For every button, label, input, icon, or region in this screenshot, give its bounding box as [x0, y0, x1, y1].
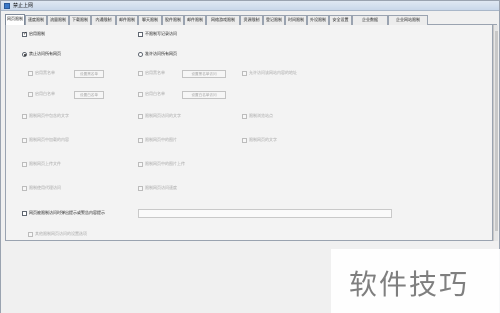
web-limit-panel: 启用限制 不限制写记录访问 禁止访问所有网页 准许访问所有网页 启用黑名单 设置…: [5, 25, 493, 241]
tab-16[interactable]: 企业网站限制: [388, 15, 428, 25]
tab-0[interactable]: 网页限制: [5, 14, 25, 25]
set-blacklist-button[interactable]: 设置黑名单: [74, 70, 104, 78]
checkbox-box[interactable]: [22, 185, 27, 191]
no-record-checkbox[interactable]: 不限制写记录访问: [138, 31, 177, 38]
checkbox-box[interactable]: [22, 113, 27, 119]
checkbox-box[interactable]: [138, 70, 143, 76]
allow-all-radio[interactable]: 准许访问所有网页: [138, 51, 177, 58]
watermark: 软件技巧: [331, 249, 500, 313]
url-blacklist-checkbox[interactable]: 启用黑名单: [138, 70, 165, 77]
tab-11[interactable]: 登记限制: [263, 15, 285, 25]
set-url-black-button[interactable]: 设置黑名单访问: [182, 70, 226, 78]
url-whitelist-checkbox[interactable]: 启用白名单: [138, 91, 165, 98]
checkbox-box[interactable]: [28, 91, 33, 97]
option-r4c1[interactable]: 限制使用代理访问: [22, 185, 61, 192]
checkbox-box[interactable]: [242, 70, 247, 76]
tab-10[interactable]: 资源限制: [240, 15, 263, 25]
title-bar: 禁止上网: [1, 1, 499, 11]
radio-dot[interactable]: [22, 51, 27, 57]
tab-8[interactable]: 邮件限制: [184, 15, 206, 25]
checkbox-box[interactable]: [22, 31, 27, 37]
option-r3c1[interactable]: 限制网页上传文件: [22, 161, 61, 168]
option-r3c2[interactable]: 限制网页中的图片上传: [138, 161, 185, 168]
tab-3[interactable]: 下载限制: [69, 15, 91, 25]
checkbox-box[interactable]: [138, 31, 143, 37]
tab-2[interactable]: 流量限制: [47, 15, 69, 25]
checkbox-box[interactable]: [138, 137, 143, 143]
checkbox-box[interactable]: [22, 137, 27, 143]
app-icon: [4, 3, 10, 9]
bottom-note-checkbox[interactable]: 其他限制网页访问的设置选项: [28, 231, 87, 238]
tab-6[interactable]: 聊天限制: [138, 15, 162, 25]
checkbox-box[interactable]: [242, 137, 247, 143]
option-r2c1[interactable]: 限制网页中加载的内容: [22, 137, 69, 144]
checkbox-box[interactable]: [22, 210, 27, 216]
set-whitelist-button[interactable]: 设置白名单: [74, 91, 104, 99]
scrollbar-thumb[interactable]: [495, 31, 498, 231]
checkbox-box[interactable]: [242, 113, 247, 119]
tab-4[interactable]: 内通限制: [91, 15, 116, 25]
warn-checkbox[interactable]: 网页被限制访问时弹出提示或警告内容提示: [22, 210, 105, 217]
option-r1c3[interactable]: 限制浏览站点: [242, 113, 273, 120]
vertical-scrollbar[interactable]: [493, 25, 498, 241]
allow-access-checkbox[interactable]: 允许访问该网站内容的地址: [242, 70, 297, 77]
checkbox-box[interactable]: [138, 91, 143, 97]
option-r2c2[interactable]: 限制网页中的图片: [138, 137, 177, 144]
checkbox-box[interactable]: [138, 185, 143, 191]
set-url-white-button[interactable]: 设置白名单访问: [182, 91, 226, 99]
tab-15[interactable]: 企业数据: [352, 15, 388, 25]
checkbox-box[interactable]: [28, 70, 33, 76]
checkbox-box[interactable]: [138, 161, 143, 167]
window-title: 禁止上网: [13, 3, 34, 9]
tab-14[interactable]: 安全设置: [329, 15, 352, 25]
checkbox-box[interactable]: [22, 161, 27, 167]
forbid-all-radio[interactable]: 禁止访问所有网页: [22, 51, 61, 58]
tab-1[interactable]: 速度限制: [25, 15, 47, 25]
watermark-text: 软件技巧: [349, 268, 470, 301]
blacklist-checkbox[interactable]: 启用黑名单: [28, 70, 55, 77]
enable-limit-checkbox[interactable]: 启用限制: [22, 31, 45, 38]
whitelist-checkbox[interactable]: 启用白名单: [28, 91, 55, 98]
radio-dot[interactable]: [138, 51, 143, 57]
option-r1c1[interactable]: 限制网页中包含的文字: [22, 113, 69, 120]
option-r1c2[interactable]: 限制网页访问的文字: [138, 113, 181, 120]
tab-strip: 网页限制 速度限制 流量限制 下载限制 内通限制 邮件限制 聊天限制 股件限制 …: [5, 14, 497, 25]
app-window: 禁止上网 网页限制 速度限制 流量限制 下载限制 内通限制 邮件限制 聊天限制 …: [0, 0, 500, 313]
tab-5[interactable]: 邮件限制: [116, 15, 138, 25]
tab-13[interactable]: 外设限制: [307, 15, 329, 25]
option-r4c2[interactable]: 限制网页访问速度: [138, 185, 177, 192]
option-r2c3[interactable]: 限制网页的文字: [242, 137, 277, 144]
tab-12[interactable]: 时间限制: [285, 15, 307, 25]
warn-text-input[interactable]: [138, 209, 392, 218]
checkbox-box[interactable]: [138, 113, 143, 119]
tab-7[interactable]: 股件限制: [162, 15, 184, 25]
tab-9[interactable]: 网络游戏限制: [206, 15, 240, 25]
checkbox-box[interactable]: [28, 231, 33, 237]
